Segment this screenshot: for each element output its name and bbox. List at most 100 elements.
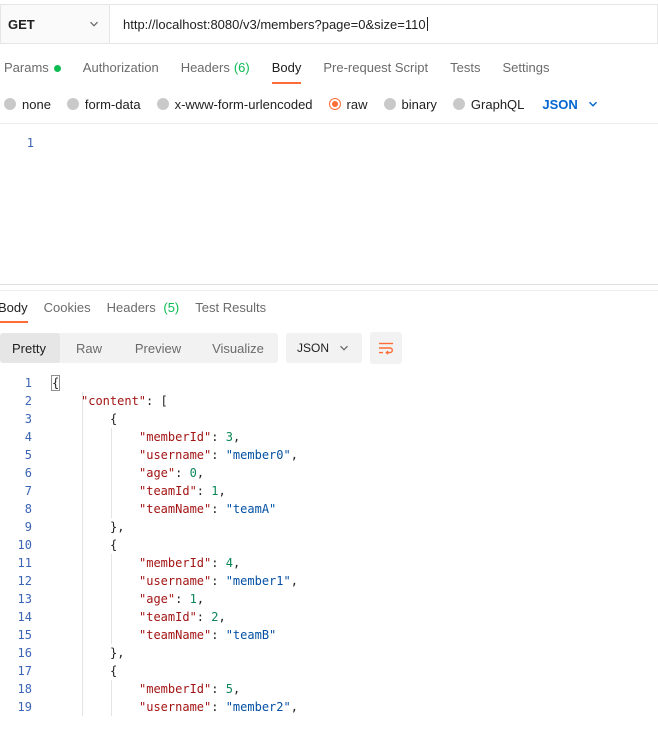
json-number: 1 [189, 592, 197, 606]
line-number: 15 [17, 628, 32, 642]
tab-authorization-label: Authorization [82, 60, 159, 75]
tab-tests[interactable]: Tests [450, 52, 480, 84]
method-select[interactable]: GET [0, 4, 110, 44]
radio-raw[interactable] [328, 98, 341, 110]
url-input[interactable]: http://localhost:8080/v3/members?page=0&… [110, 4, 658, 44]
response-tab-headers-count: (5) [163, 300, 180, 315]
json-key: "username" [139, 700, 212, 714]
tab-params[interactable]: Params [4, 52, 61, 84]
radio-graphql[interactable] [452, 98, 465, 110]
code-text: "memberId": 5, [139, 680, 240, 698]
json-punctuation: : [211, 682, 226, 696]
json-punctuation: : [175, 592, 190, 606]
json-punctuation: : [211, 430, 226, 444]
body-type-raw[interactable]: raw [328, 97, 368, 112]
json-punctuation: : [175, 466, 190, 480]
radio-urlencoded[interactable] [156, 98, 169, 110]
body-type-graphql-label: GraphQL [470, 96, 525, 112]
pane-resize-handle[interactable] [0, 284, 658, 285]
json-string: "member1" [225, 574, 291, 588]
response-format-label: JSON [297, 341, 330, 355]
body-format-select[interactable]: JSON [542, 97, 597, 112]
code-line: 17 { [0, 662, 658, 680]
body-format-label: JSON [542, 96, 578, 112]
line-number: 8 [24, 502, 32, 516]
line-number: 18 [17, 682, 32, 696]
body-type-binary[interactable]: binary [383, 97, 437, 112]
json-punctuation: , [218, 484, 226, 498]
line-number: 1 [26, 136, 34, 150]
code-line: 6 "age": 0, [0, 464, 658, 482]
body-type-urlencoded[interactable]: x-www-form-urlencoded [156, 96, 313, 112]
json-punctuation: , [196, 592, 205, 606]
response-tabs: Body Cookies Headers (5) Test Results [0, 297, 282, 323]
response-tab-headers[interactable]: Headers (5) [107, 297, 180, 323]
wrap-lines-button[interactable] [370, 332, 402, 364]
view-raw-button[interactable]: Raw [60, 333, 118, 363]
code-text: "memberId": 3, [139, 428, 240, 446]
url-text: http://localhost:8080/v3/members?page=0&… [123, 16, 426, 32]
view-preview-button[interactable]: Preview [118, 333, 198, 363]
radio-form-data[interactable] [66, 98, 79, 110]
view-pretty-button[interactable]: Pretty [0, 333, 60, 363]
body-type-none[interactable]: none [4, 97, 51, 112]
body-type-urlencoded-label: x-www-form-urlencoded [174, 96, 313, 112]
json-string: "teamB" [225, 628, 277, 642]
line-number: 19 [17, 700, 32, 714]
json-punctuation: : [ [146, 394, 168, 408]
json-punctuation: : [211, 700, 226, 714]
code-line: 3{ [0, 410, 658, 428]
radio-none[interactable] [4, 98, 16, 110]
line-number: 3 [24, 412, 32, 426]
code-line: 12 "username": "member1", [0, 572, 658, 590]
code-text: "username": "member1", [139, 572, 298, 590]
radio-binary[interactable] [383, 98, 396, 110]
code-line: 19 "username": "member2", [0, 698, 658, 716]
json-number: 3 [225, 430, 233, 444]
chevron-down-icon [339, 343, 349, 353]
json-number: 5 [225, 682, 233, 696]
line-number: 17 [17, 664, 32, 678]
json-punctuation: : [196, 610, 212, 624]
response-tab-test-results[interactable]: Test Results [195, 297, 266, 323]
tab-headers-count: (6) [233, 60, 250, 75]
tab-pre-request-script[interactable]: Pre-request Script [323, 52, 428, 84]
json-punctuation: , [290, 574, 298, 588]
body-type-graphql[interactable]: GraphQL [452, 96, 525, 112]
json-punctuation: }, [110, 646, 125, 660]
code-line: 2 "content": [ [0, 392, 658, 410]
view-visualize-button[interactable]: Visualize [198, 333, 278, 363]
response-tab-body[interactable]: Body [0, 297, 28, 323]
request-url-bar: GET http://localhost:8080/v3/members?pag… [0, 4, 658, 44]
json-string: "member0" [225, 448, 291, 462]
tab-headers[interactable]: Headers (6) [181, 52, 250, 84]
response-body-viewer[interactable]: 1{2 "content": [3{4 "memberId": 3, 5 "userna… [0, 374, 658, 722]
json-punctuation: , [196, 466, 205, 480]
json-key: "teamName" [139, 502, 212, 516]
response-tab-cookies[interactable]: Cookies [44, 297, 91, 323]
tab-settings[interactable]: Settings [502, 52, 549, 84]
code-text: "teamName": "teamA" [139, 500, 276, 518]
tab-authorization[interactable]: Authorization [83, 52, 159, 84]
line-number: 5 [24, 448, 32, 462]
code-text: { [110, 410, 117, 428]
code-line: 11 "memberId": 4, [0, 554, 658, 572]
json-number: 0 [189, 466, 197, 480]
code-line: 4 "memberId": 3, [0, 428, 658, 446]
code-line: 9}, [0, 518, 658, 536]
request-body-editor[interactable]: 1 [0, 132, 658, 282]
tab-body[interactable]: Body [271, 52, 301, 84]
body-type-form-data[interactable]: form-data [66, 97, 141, 112]
json-punctuation: : [211, 502, 226, 516]
response-format-select[interactable]: JSON [286, 333, 362, 363]
json-key: "teamName" [139, 628, 212, 642]
json-punctuation: { [50, 375, 61, 391]
json-punctuation: , [218, 610, 226, 624]
json-key: "age" [139, 466, 176, 480]
code-line: 10 { [0, 536, 658, 554]
line-number: 12 [17, 574, 32, 588]
line-number: 6 [24, 466, 32, 480]
line-number: 10 [17, 538, 32, 552]
code-text: }, [110, 518, 124, 536]
json-punctuation: { [110, 538, 118, 552]
